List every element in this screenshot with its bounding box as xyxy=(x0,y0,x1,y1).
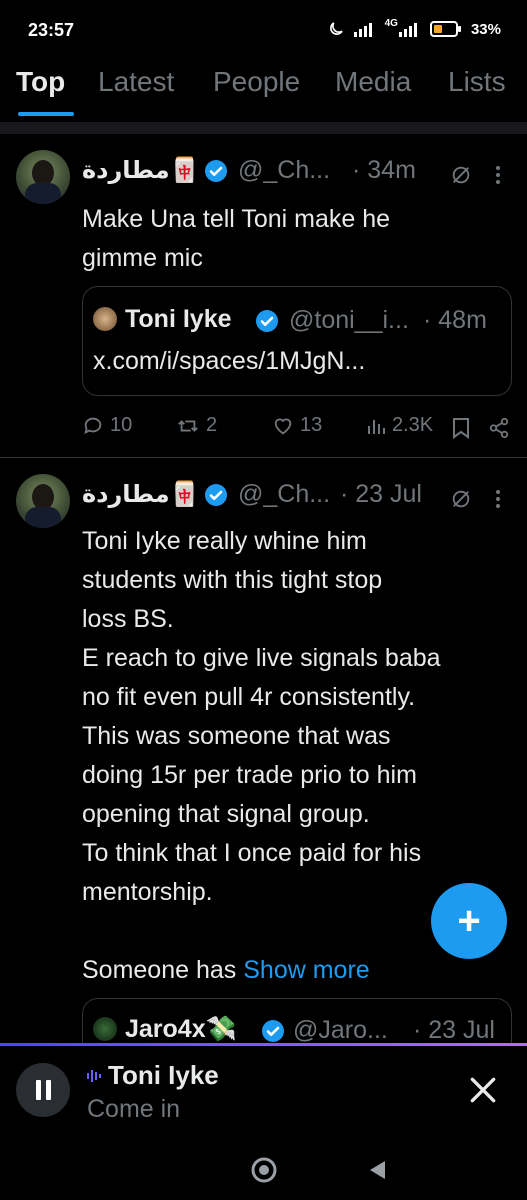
battery-percent: 33% xyxy=(470,20,501,38)
avatar[interactable] xyxy=(16,150,70,204)
spaces-dock-border xyxy=(0,1043,527,1046)
tweet-text-content: Toni Iyke really whine him students with… xyxy=(82,527,441,984)
more-options-icon[interactable] xyxy=(494,489,502,509)
quote-handle: @toni__i... xyxy=(289,306,409,334)
tweet-2[interactable]: مطاردة🀄 @_Ch... · 23 Jul Toni Iyke reall… xyxy=(0,458,527,1043)
share-icon[interactable] xyxy=(488,417,510,439)
quote-avatar xyxy=(93,1017,117,1041)
reply-icon xyxy=(84,417,102,434)
tabs-divider xyxy=(0,122,527,134)
retweet-button[interactable]: 2 xyxy=(176,414,217,437)
moon-icon xyxy=(329,22,343,35)
signal-icon xyxy=(353,23,372,37)
tab-people[interactable]: People xyxy=(213,66,300,98)
heart-icon xyxy=(274,418,292,434)
tab-lists[interactable]: Lists xyxy=(448,66,506,98)
status-bar: 23:57 4G 33% xyxy=(0,0,527,62)
grok-icon[interactable] xyxy=(450,164,472,186)
more-options-icon[interactable] xyxy=(494,165,502,185)
search-tabs: Top Latest People Media Lists xyxy=(0,62,527,122)
tweet-text: Make Una tell Toni make he gimme mic xyxy=(82,205,391,272)
quoted-tweet[interactable]: Jaro4x💸 @Jaro... · 23 Jul xyxy=(82,998,512,1043)
close-icon[interactable] xyxy=(467,1074,499,1106)
tab-top[interactable]: Top xyxy=(16,66,65,98)
status-time: 23:57 xyxy=(28,20,75,40)
like-count: 13 xyxy=(300,414,323,436)
retweet-icon xyxy=(178,419,198,432)
quote-text: x.com/i/spaces/1MJgN... xyxy=(93,347,366,375)
reply-count: 10 xyxy=(110,414,133,436)
quote-avatar xyxy=(93,307,117,331)
quote-display-name: Jaro4x💸 xyxy=(125,1015,237,1043)
grok-icon[interactable] xyxy=(450,488,472,510)
handle[interactable]: @_Ch... xyxy=(238,480,330,509)
signal-4g-icon xyxy=(398,23,417,37)
quoted-tweet[interactable]: Toni Iyke @toni__i... · 48m x.com/i/spac… xyxy=(82,286,512,396)
compose-button[interactable]: + xyxy=(431,883,507,959)
quote-display-name: Toni Iyke xyxy=(125,305,232,333)
views-icon xyxy=(368,419,385,434)
back-nav-icon[interactable] xyxy=(366,1159,388,1181)
verified-badge-icon xyxy=(262,1020,284,1042)
space-host-name: Toni Iyke xyxy=(108,1060,219,1090)
timestamp[interactable]: · 34m xyxy=(352,156,416,185)
views-count: 2.3K xyxy=(392,414,434,436)
pause-button[interactable] xyxy=(16,1063,70,1117)
quote-timestamp: · 23 Jul xyxy=(413,1016,495,1043)
verified-badge-icon xyxy=(256,310,278,332)
verified-badge-icon xyxy=(205,484,227,506)
avatar[interactable] xyxy=(16,474,70,528)
timestamp[interactable]: · 23 Jul xyxy=(340,480,422,509)
display-name[interactable]: مطاردة🀄 xyxy=(82,480,199,509)
tweet-1[interactable]: مطاردة🀄 @_Ch... · 34m Make Una tell Toni… xyxy=(0,134,527,454)
spaces-dock[interactable] xyxy=(0,1043,527,1141)
tab-latest[interactable]: Latest xyxy=(98,66,174,98)
active-tab-indicator xyxy=(18,112,74,116)
home-nav-icon[interactable] xyxy=(250,1156,278,1184)
battery-icon xyxy=(429,21,461,37)
bookmark-icon[interactable] xyxy=(452,417,470,439)
system-navigation-bar xyxy=(0,1141,527,1200)
quote-handle: @Jaro... xyxy=(293,1016,388,1043)
audio-wave-icon xyxy=(87,1069,101,1082)
verified-badge-icon xyxy=(205,160,227,182)
space-title[interactable]: Toni Iyke xyxy=(86,1060,219,1091)
network-label: 4G xyxy=(384,17,398,29)
tab-media[interactable]: Media xyxy=(335,66,411,98)
status-icons: 4G 33% xyxy=(327,17,501,38)
reply-button[interactable]: 10 xyxy=(82,414,132,437)
display-name[interactable]: مطاردة🀄 xyxy=(82,156,199,185)
views-button[interactable]: 2.3K xyxy=(366,414,433,437)
handle[interactable]: @_Ch... xyxy=(238,156,330,185)
quote-timestamp: · 48m xyxy=(423,306,487,334)
show-more-link[interactable]: Show more xyxy=(243,956,369,984)
space-subtitle: Come in xyxy=(87,1095,181,1123)
like-button[interactable]: 13 xyxy=(272,414,322,437)
retweet-count: 2 xyxy=(206,414,218,436)
